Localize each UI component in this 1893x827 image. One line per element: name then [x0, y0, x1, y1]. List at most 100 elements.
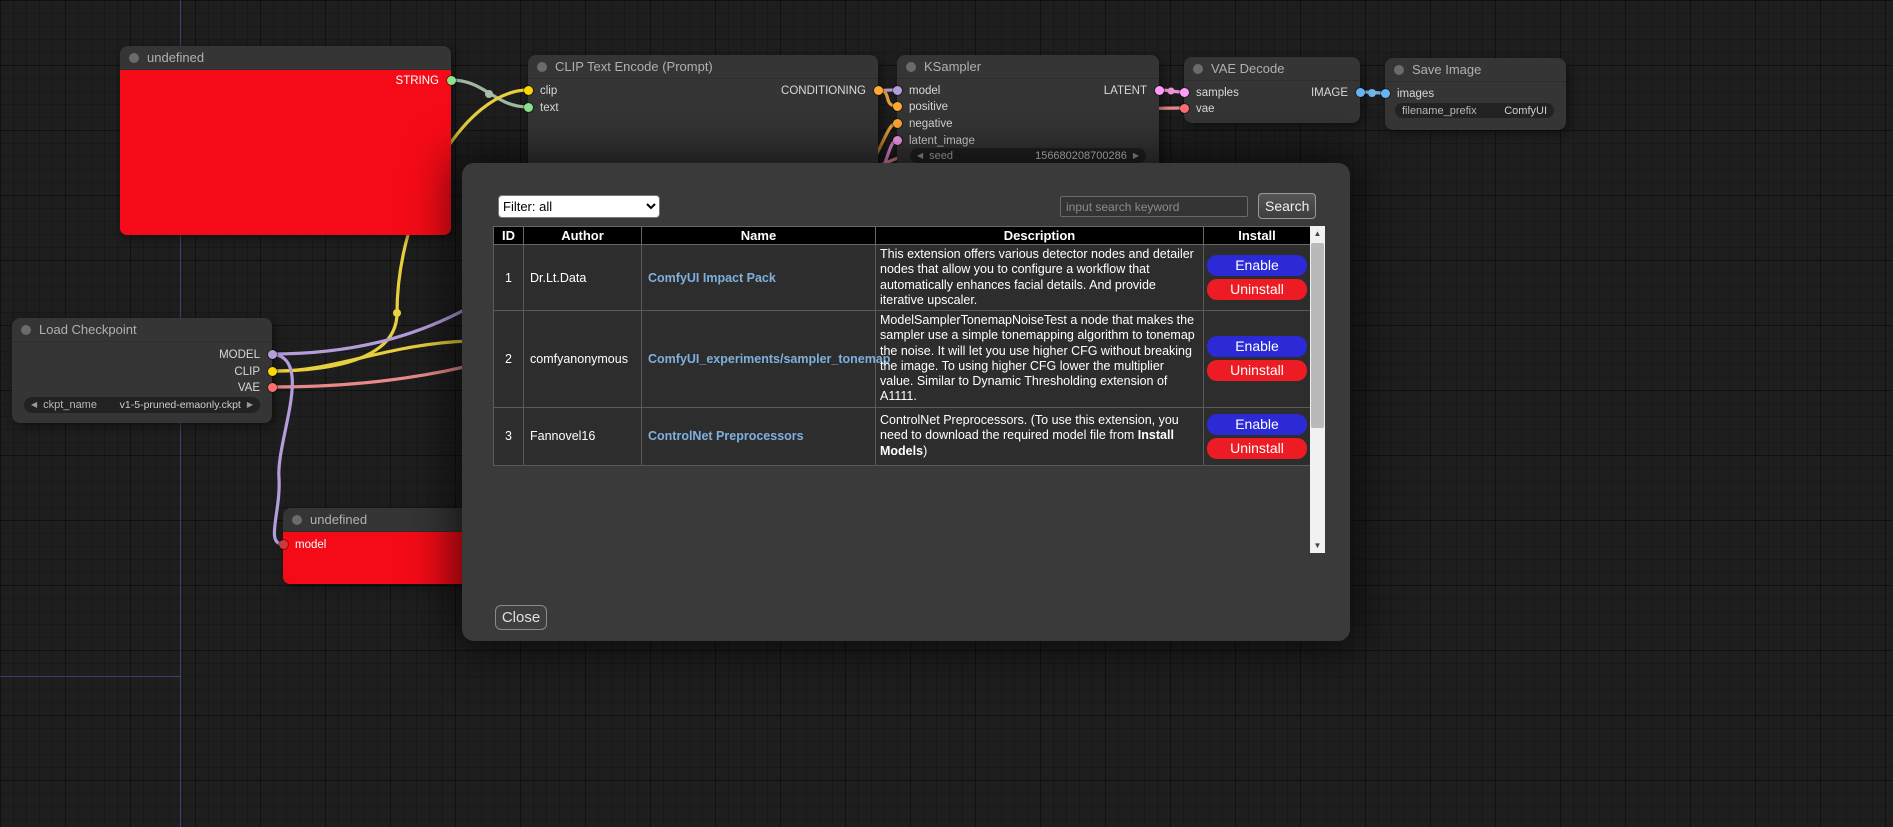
collapse-dot-icon[interactable] — [906, 62, 916, 72]
collapse-dot-icon[interactable] — [129, 53, 139, 63]
collapse-dot-icon[interactable] — [1394, 65, 1404, 75]
canvas-axis-horizontal — [0, 676, 181, 677]
input-dot-positive[interactable] — [893, 102, 902, 111]
slot-label: positive — [909, 101, 948, 113]
output-dot-vae[interactable] — [268, 383, 277, 392]
table-scrollbar[interactable]: ▲ ▼ — [1310, 226, 1325, 553]
node-load-checkpoint[interactable]: Load Checkpoint MODEL CLIP VAE ◀ ckpt_na… — [12, 318, 272, 423]
header-id: ID — [494, 227, 524, 245]
input-dot-text[interactable] — [524, 103, 533, 112]
filename-prefix-widget[interactable]: filename_prefix ComfyUI — [1395, 103, 1554, 118]
row-install-cell: Enable Uninstall — [1204, 407, 1311, 465]
collapse-dot-icon[interactable] — [292, 515, 302, 525]
filter-select[interactable]: Filter: all — [498, 195, 660, 218]
search-input[interactable] — [1060, 196, 1248, 217]
manager-dialog: Filter: all Search ID Author Name Descri… — [462, 163, 1350, 641]
input-slot-negative[interactable]: negative — [897, 115, 1159, 132]
output-dot-conditioning[interactable] — [874, 86, 883, 95]
node-header[interactable]: CLIP Text Encode (Prompt) — [528, 55, 878, 79]
input-slot-positive[interactable]: positive — [897, 98, 1159, 115]
close-button[interactable]: Close — [495, 605, 547, 630]
node-header[interactable]: VAE Decode — [1184, 57, 1360, 81]
node-vae-decode[interactable]: VAE Decode samples vae IMAGE — [1184, 57, 1360, 123]
output-slot-image[interactable]: IMAGE — [1184, 84, 1360, 101]
next-icon[interactable]: ▶ — [247, 401, 253, 409]
node-header[interactable]: undefined — [120, 46, 451, 70]
header-author: Author — [524, 227, 642, 245]
node-title: Load Checkpoint — [39, 322, 137, 337]
output-slot-string[interactable]: STRING — [120, 72, 451, 89]
output-slot-latent[interactable]: LATENT — [897, 82, 1159, 99]
input-slot-text[interactable]: text — [528, 99, 878, 116]
input-slot-latent-image[interactable]: latent_image — [897, 132, 1159, 149]
node-header[interactable]: Save Image — [1385, 58, 1566, 82]
wire-dot-latent — [1168, 88, 1175, 95]
input-dot-latent-image[interactable] — [893, 136, 902, 145]
output-dot-clip[interactable] — [268, 367, 277, 376]
output-slot-model[interactable]: MODEL — [12, 346, 272, 363]
uninstall-button[interactable]: Uninstall — [1207, 360, 1307, 381]
node-title: KSampler — [924, 59, 981, 74]
scroll-down-icon: ▼ — [1314, 541, 1322, 550]
output-dot-image[interactable] — [1356, 88, 1365, 97]
extension-link[interactable]: ControlNet Preprocessors — [648, 429, 804, 443]
input-slot-vae[interactable]: vae — [1184, 100, 1360, 117]
output-slot-clip[interactable]: CLIP — [12, 363, 272, 380]
description-text: ModelSamplerTonemapNoiseTest a node that… — [880, 313, 1195, 403]
scrollbar-thumb[interactable] — [1311, 243, 1324, 428]
seed-widget[interactable]: ◀ seed 156680208700286 ▶ — [910, 148, 1146, 163]
uninstall-button[interactable]: Uninstall — [1207, 279, 1307, 300]
previous-icon[interactable]: ◀ — [31, 401, 37, 409]
input-dot-model[interactable] — [279, 540, 288, 549]
slot-label: text — [540, 102, 559, 114]
comfyui-canvas[interactable]: undefined STRING CLIP Text Encode (Promp… — [0, 0, 1893, 827]
scrollbar-track[interactable] — [1310, 241, 1325, 538]
node-undefined-top[interactable]: undefined STRING — [120, 46, 451, 235]
output-dot-model[interactable] — [268, 350, 277, 359]
output-dot-string[interactable] — [447, 76, 456, 85]
slot-label: vae — [1196, 103, 1215, 115]
uninstall-button[interactable]: Uninstall — [1207, 438, 1307, 459]
node-header[interactable]: KSampler — [897, 55, 1159, 79]
node-header[interactable]: Load Checkpoint — [12, 318, 272, 342]
node-title: VAE Decode — [1211, 61, 1284, 76]
widget-label: filename_prefix — [1402, 105, 1477, 117]
slot-label: CLIP — [234, 366, 260, 378]
node-error-body: STRING — [120, 70, 451, 235]
collapse-dot-icon[interactable] — [21, 325, 31, 335]
scroll-up-button[interactable]: ▲ — [1310, 226, 1325, 241]
input-dot-images[interactable] — [1381, 89, 1390, 98]
scroll-down-button[interactable]: ▼ — [1310, 538, 1325, 553]
search-button[interactable]: Search — [1258, 193, 1316, 219]
output-dot-latent[interactable] — [1155, 86, 1164, 95]
input-dot-negative[interactable] — [893, 119, 902, 128]
enable-button[interactable]: Enable — [1207, 414, 1307, 435]
widget-value: ComfyUI — [1504, 105, 1547, 117]
collapse-dot-icon[interactable] — [1193, 64, 1203, 74]
output-slot-vae[interactable]: VAE — [12, 379, 272, 396]
collapse-dot-icon[interactable] — [537, 62, 547, 72]
slot-label: CONDITIONING — [781, 85, 866, 97]
extension-link[interactable]: ComfyUI Impact Pack — [648, 271, 776, 285]
row-install-cell: Enable Uninstall — [1204, 311, 1311, 408]
node-save-image[interactable]: Save Image images filename_prefix ComfyU… — [1385, 58, 1566, 130]
header-name: Name — [642, 227, 876, 245]
input-dot-vae[interactable] — [1180, 104, 1189, 113]
input-slot-images[interactable]: images — [1385, 85, 1566, 102]
node-title: CLIP Text Encode (Prompt) — [555, 59, 713, 74]
slot-label: MODEL — [219, 349, 260, 361]
increment-icon[interactable]: ▶ — [1133, 152, 1139, 160]
wire-string-to-text — [451, 80, 528, 107]
slot-label: STRING — [396, 75, 439, 87]
row-description: This extension offers various detector n… — [876, 245, 1204, 311]
ckpt-name-widget[interactable]: ◀ ckpt_name v1-5-pruned-emaonly.ckpt ▶ — [24, 397, 260, 413]
extension-link[interactable]: ComfyUI_experiments/sampler_tonemap — [648, 352, 890, 366]
widget-value: 156680208700286 — [1035, 150, 1127, 162]
enable-button[interactable]: Enable — [1207, 255, 1307, 276]
widget-value: v1-5-pruned-emaonly.ckpt — [120, 399, 241, 411]
output-slot-conditioning[interactable]: CONDITIONING — [528, 82, 878, 99]
enable-button[interactable]: Enable — [1207, 336, 1307, 357]
header-description: Description — [876, 227, 1204, 245]
header-install: Install — [1204, 227, 1311, 245]
decrement-icon[interactable]: ◀ — [917, 152, 923, 160]
